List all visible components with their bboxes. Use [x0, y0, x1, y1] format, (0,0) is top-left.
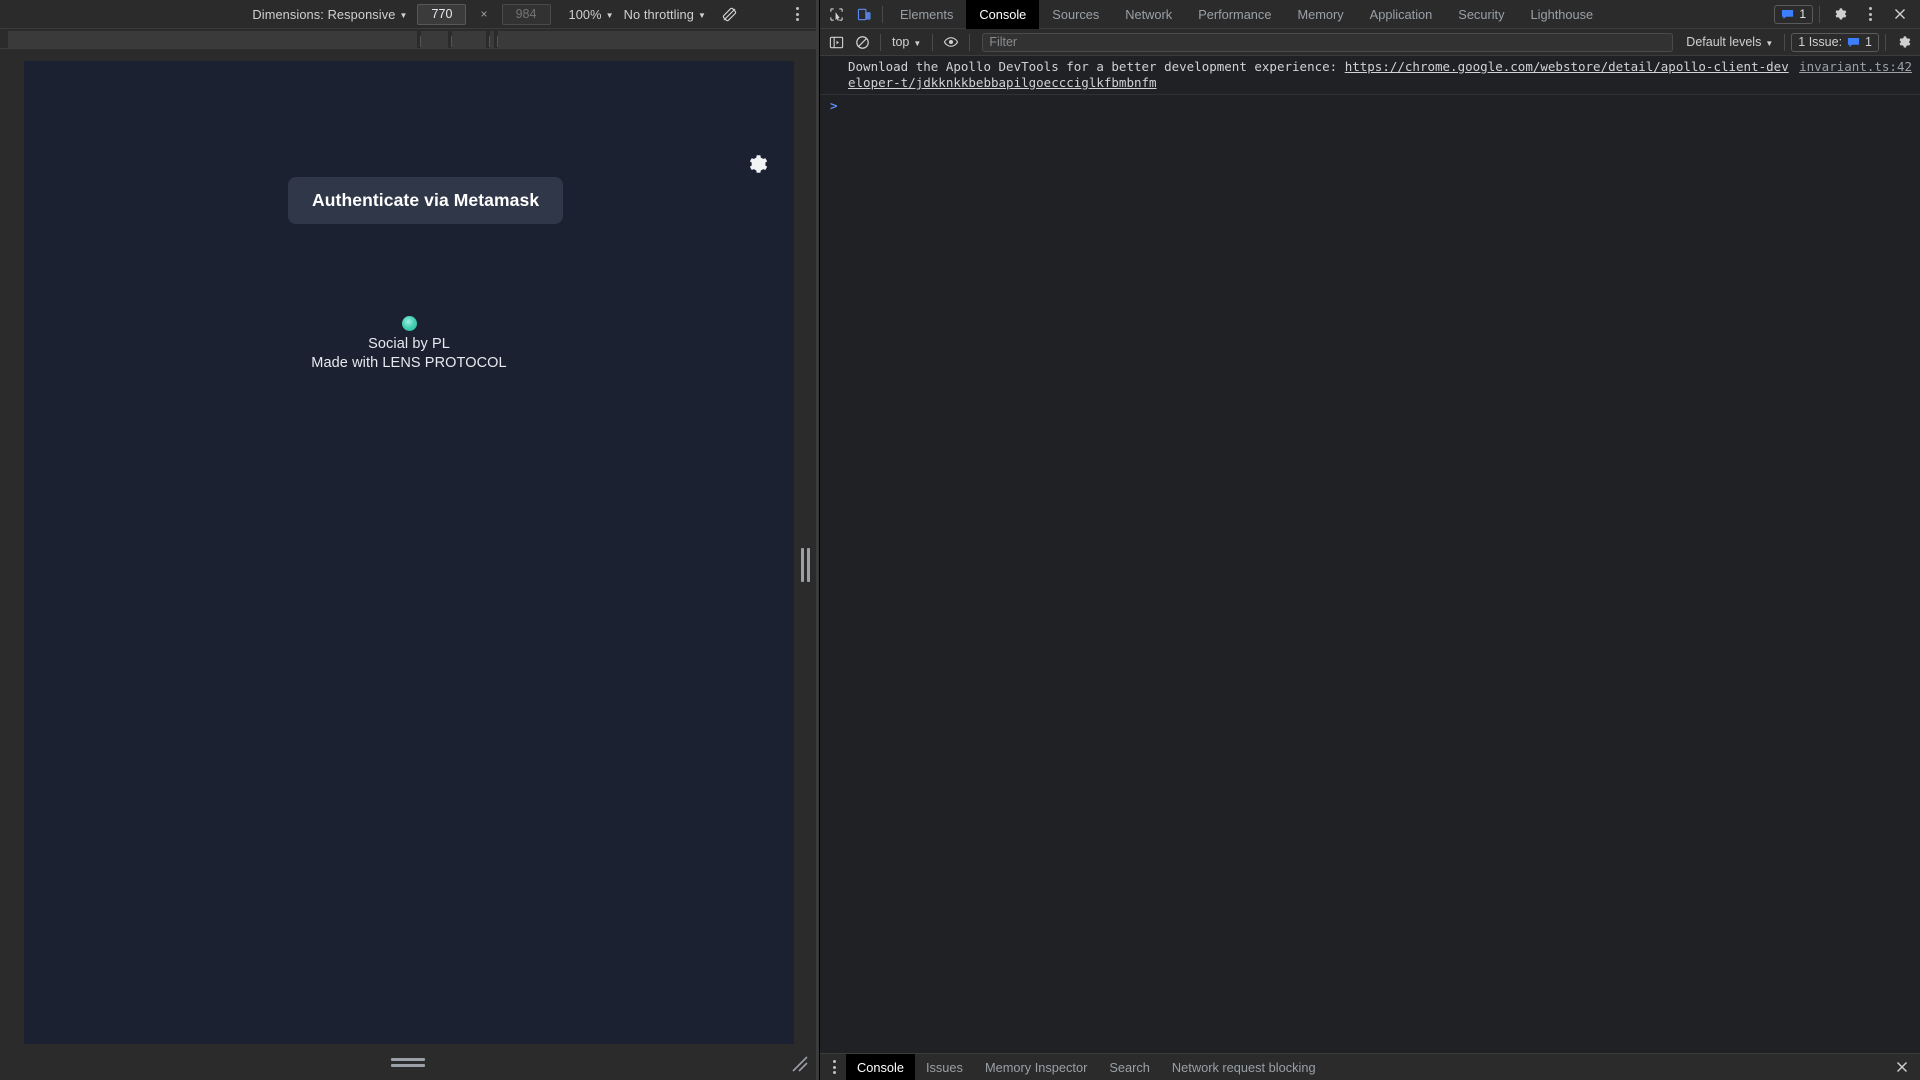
console-prompt-chevron-icon: > — [830, 98, 838, 113]
chevron-down-icon: ▼ — [399, 10, 408, 20]
console-settings-gear-icon[interactable] — [1892, 31, 1916, 53]
brand-footer: Social by PL Made with LENS PROTOCOL — [24, 316, 794, 373]
dimensions-label: Dimensions: Responsive — [252, 6, 396, 22]
toolbar-divider — [1784, 33, 1786, 51]
rotate-device-icon[interactable] — [716, 2, 742, 26]
device-toolbar-icon[interactable] — [850, 1, 878, 28]
tab-memory[interactable]: Memory — [1284, 0, 1356, 29]
viewport-width-input[interactable] — [417, 3, 467, 25]
drawer-tab-network-request-blocking[interactable]: Network request blocking — [1161, 1054, 1327, 1080]
console-message-list: Download the Apollo DevTools for a bette… — [820, 56, 1920, 1053]
brand-line-2: Made with LENS PROTOCOL — [311, 355, 507, 371]
viewport-height-resize-handle[interactable] — [0, 1044, 816, 1080]
authenticate-via-metamask-button[interactable]: Authenticate via Metamask — [288, 177, 564, 224]
clear-console-icon[interactable] — [850, 31, 874, 53]
dimension-multiply-symbol: × — [480, 7, 488, 21]
drawer-tab-console[interactable]: Console — [846, 1053, 915, 1080]
panel-splitter[interactable] — [816, 0, 819, 1080]
viewport-height-input[interactable] — [501, 3, 551, 25]
devtools-panel: Elements Console Sources Network Perform… — [819, 0, 1920, 1080]
close-devtools-icon[interactable] — [1886, 1, 1914, 28]
device-toolbar: Dimensions: Responsive ▼ × 100% ▼ No thr… — [0, 0, 816, 29]
inspect-element-icon[interactable] — [822, 1, 850, 28]
issue-message-icon — [1782, 9, 1794, 19]
tab-console[interactable]: Console — [966, 0, 1040, 29]
console-toolbar: top ▼ Default levels ▼ 1 Issue: — [820, 29, 1920, 56]
toolbar-divider — [1819, 5, 1820, 23]
tab-sources[interactable]: Sources — [1039, 0, 1112, 29]
devtools-settings-gear-icon[interactable] — [1826, 1, 1854, 28]
throttling-label: No throttling — [623, 6, 694, 22]
tab-security[interactable]: Security — [1445, 0, 1517, 29]
devtools-more-tools-icon[interactable] — [1856, 1, 1884, 28]
toolbar-divider — [932, 33, 934, 51]
tab-network[interactable]: Network — [1112, 0, 1185, 29]
console-message: Download the Apollo DevTools for a bette… — [820, 56, 1920, 95]
console-message-source[interactable]: invariant.ts:42 — [1799, 59, 1912, 75]
console-issues-button[interactable]: 1 Issue: 1 — [1791, 32, 1879, 52]
toolbar-divider — [1885, 33, 1886, 51]
chevron-down-icon: ▼ — [913, 38, 922, 48]
issue-message-icon — [1847, 37, 1860, 47]
chevron-down-icon: ▼ — [1765, 38, 1774, 48]
toolbar-divider — [969, 33, 971, 51]
execution-context-label: top — [892, 35, 910, 49]
issues-badge[interactable]: 1 — [1774, 4, 1813, 24]
tab-lighthouse[interactable]: Lighthouse — [1518, 0, 1607, 29]
console-prompt[interactable]: > — [820, 95, 1920, 115]
console-issues-label: 1 Issue: — [1798, 35, 1843, 49]
log-levels-label: Default levels — [1686, 35, 1762, 49]
toolbar-divider — [882, 5, 883, 23]
zoom-label: 100% — [568, 6, 602, 22]
console-filter-input[interactable] — [982, 32, 1674, 52]
devtools-toolbar-right: 1 — [1774, 1, 1920, 28]
emulated-page: Authenticate via Metamask Social by PL M… — [24, 61, 794, 1053]
throttling-selector[interactable]: No throttling ▼ — [624, 7, 706, 22]
console-sidebar-icon[interactable] — [824, 31, 848, 53]
tab-elements[interactable]: Elements — [887, 0, 966, 29]
device-emulation-pane: Dimensions: Responsive ▼ × 100% ▼ No thr… — [0, 0, 816, 1080]
page-settings-gear-icon[interactable] — [744, 151, 770, 177]
console-message-text: Download the Apollo DevTools for a bette… — [848, 59, 1345, 74]
devtools-window: Dimensions: Responsive ▼ × 100% ▼ No thr… — [0, 0, 1920, 1080]
toolbar-divider — [880, 33, 881, 51]
viewport-container: Authenticate via Metamask Social by PL M… — [0, 49, 816, 1080]
drawer-tab-memory-inspector[interactable]: Memory Inspector — [974, 1054, 1098, 1080]
device-more-options-icon[interactable] — [784, 2, 810, 26]
devtools-tabbar: Elements Console Sources Network Perform… — [820, 0, 1920, 29]
tab-performance[interactable]: Performance — [1185, 0, 1284, 29]
lens-protocol-logo-icon — [401, 316, 417, 331]
chevron-down-icon: ▼ — [605, 10, 614, 20]
chevron-down-icon: ▼ — [697, 10, 706, 20]
drawer-tab-issues[interactable]: Issues — [915, 1054, 974, 1080]
viewport-width-resize-handle[interactable] — [801, 547, 810, 582]
drawer-more-options-icon[interactable] — [822, 1055, 846, 1079]
tab-application[interactable]: Application — [1357, 0, 1446, 29]
console-issues-count: 1 — [1865, 35, 1872, 49]
drawer-tab-search[interactable]: Search — [1098, 1054, 1161, 1080]
execution-context-selector[interactable]: top ▼ — [887, 35, 926, 49]
close-drawer-icon[interactable] — [1888, 1055, 1916, 1079]
issues-badge-count: 1 — [1799, 7, 1806, 21]
live-expressions-eye-icon[interactable] — [939, 31, 963, 53]
viewport-ruler — [0, 29, 816, 49]
drawer-tabbar: Console Issues Memory Inspector Search N… — [820, 1053, 1920, 1080]
dimensions-selector[interactable]: Dimensions: Responsive ▼ — [252, 7, 407, 22]
brand-line-1: Social by PL — [368, 336, 450, 352]
log-levels-selector[interactable]: Default levels ▼ — [1681, 35, 1778, 49]
viewport-corner-resize-grip[interactable] — [790, 1054, 810, 1074]
zoom-selector[interactable]: 100% ▼ — [569, 7, 614, 22]
